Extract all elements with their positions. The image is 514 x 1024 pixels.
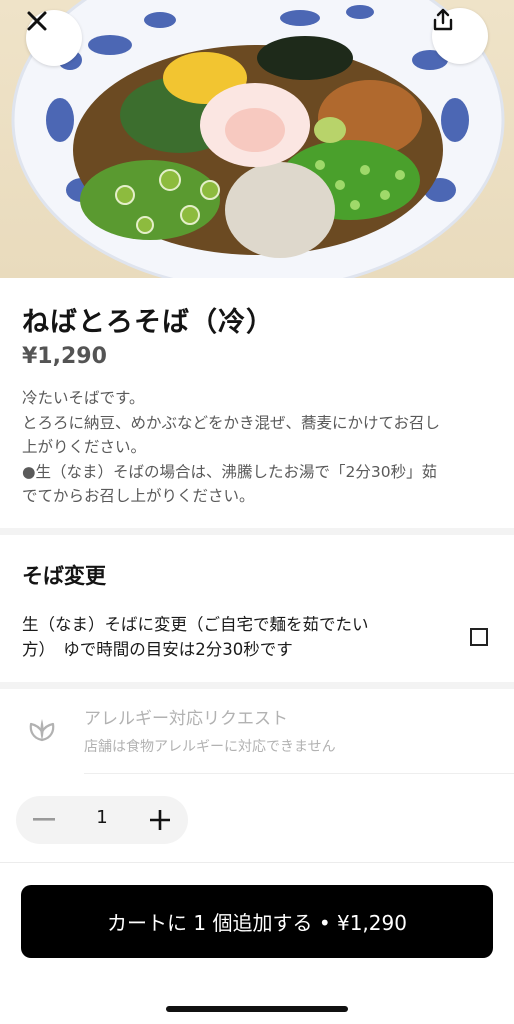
decrease-quantity-button[interactable]	[16, 796, 72, 844]
home-indicator	[166, 1006, 348, 1012]
section-divider	[0, 528, 514, 535]
description-line: とろろに納豆、めかぶなどをかき混ぜ、蕎麦にかけてお召し	[22, 413, 441, 432]
add-to-cart-button[interactable]: カートに 1 個追加する • ¥1,290	[21, 885, 493, 958]
option-section-title: そば変更	[22, 564, 106, 588]
footer-divider	[0, 862, 514, 863]
close-button[interactable]	[26, 10, 82, 66]
close-icon	[27, 11, 47, 31]
increase-quantity-button[interactable]	[132, 796, 188, 844]
option-label-line: 生（なま）そばに変更（ご自宅で麺を茹でたい	[22, 615, 369, 634]
product-description: 冷たいそばです。 とろろに納豆、めかぶなどをかき混ぜ、蕎麦にかけてお召し 上がり…	[22, 386, 502, 509]
description-line: でてからお召し上がりください。	[22, 487, 255, 505]
share-icon	[433, 8, 453, 31]
product-title: ねばとろそば（冷）	[22, 307, 274, 338]
description-line: 上がりください。	[22, 438, 147, 456]
allergy-subtitle: 店舗は食物アレルギーに対応できません	[84, 739, 336, 755]
quantity-value: 1	[96, 807, 108, 828]
option-checkbox[interactable]	[470, 628, 488, 646]
description-line: ●生（なま）そばの場合は、沸騰したお湯で「2分30秒」茹	[22, 462, 438, 481]
description-line: 冷たいそばです。	[22, 389, 145, 407]
quantity-stepper: 1	[16, 796, 188, 844]
option-label-line: 方） ゆで時間の目安は2分30秒です	[22, 640, 293, 659]
allergy-title: アレルギー対応リクエスト	[84, 709, 288, 729]
share-button[interactable]	[432, 8, 488, 64]
leaf-icon	[29, 719, 55, 742]
minus-icon	[33, 818, 55, 821]
option-raw-soba[interactable]: 生（なま）そばに変更（ご自宅で麺を茹でたい 方） ゆで時間の目安は2分30秒です	[22, 612, 492, 662]
option-label: 生（なま）そばに変更（ご自宅で麺を茹でたい 方） ゆで時間の目安は2分30秒です	[22, 612, 442, 662]
allergy-request-row[interactable]: アレルギー対応リクエスト 店舗は食物アレルギーに対応できません	[0, 694, 514, 776]
allergy-divider	[84, 773, 514, 774]
section-divider	[0, 682, 514, 689]
plus-icon	[150, 810, 170, 830]
product-image	[0, 0, 514, 278]
product-price: ¥1,290	[22, 344, 107, 369]
